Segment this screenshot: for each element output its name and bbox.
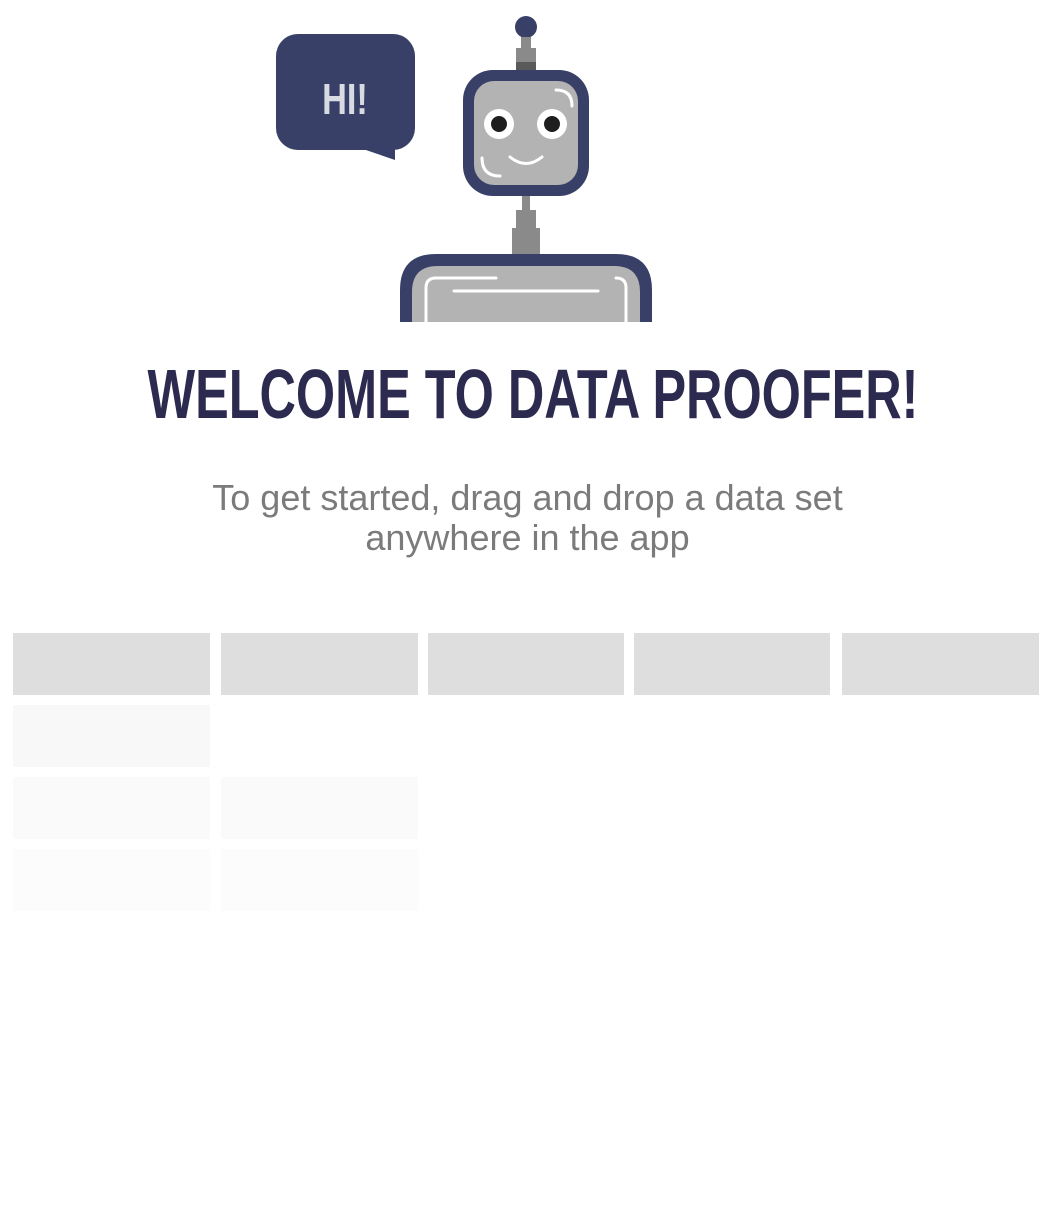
- placeholder-header-cell: [842, 633, 1039, 695]
- bubble-text: HI!: [322, 75, 368, 124]
- robot-icon: [400, 16, 652, 324]
- placeholder-header-cell: [634, 633, 830, 695]
- placeholder-row-cell: [13, 849, 210, 911]
- placeholder-header-cell: [428, 633, 624, 695]
- placeholder-row-cell: [13, 777, 210, 839]
- robot-illustration: HI!: [276, 16, 652, 324]
- placeholder-row-cell: [13, 705, 210, 767]
- placeholder-header-cell: [13, 633, 210, 695]
- placeholder-row-cell: [221, 849, 418, 911]
- placeholder-row-cell: [221, 777, 418, 839]
- welcome-title: WELCOME TO DATA PROOFER!: [147, 355, 919, 433]
- placeholder-header-cell: [221, 633, 418, 695]
- drag-drop-instructions: To get started, drag and drop a data set…: [212, 477, 843, 558]
- speech-bubble-icon: HI!: [276, 34, 415, 160]
